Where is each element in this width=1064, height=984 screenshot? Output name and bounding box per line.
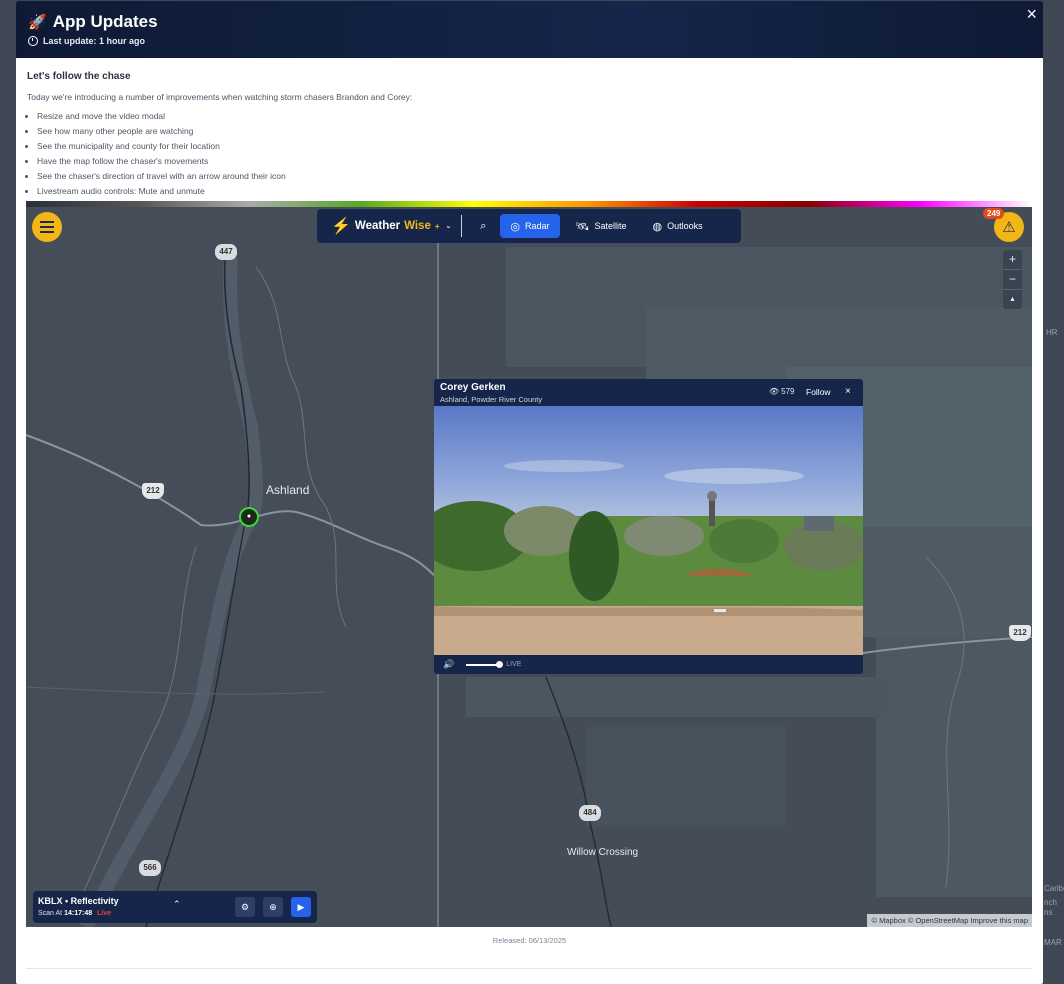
feature-item: See the municipality and county for thei…: [37, 139, 1032, 154]
release-date: Released: 06/13/2025: [492, 936, 567, 945]
volume-icon[interactable]: 🔊: [443, 659, 454, 670]
backdrop-label: MAR: [1044, 938, 1062, 947]
compass-button[interactable]: ▲: [1003, 290, 1022, 309]
target-icon: ⊕: [269, 902, 277, 912]
app-top-bar: ⚡ Weather Wise + ⌄ ⌕ ◎ Radar 🛰 Satellite ◍…: [317, 209, 741, 243]
feature-item: Livestream audio controls: Mute and unmu…: [37, 184, 1032, 199]
map-screenshot[interactable]: ⚡ Weather Wise + ⌄ ⌕ ◎ Radar 🛰 Satellite ◍…: [26, 207, 1032, 927]
alert-count-badge: 249: [983, 208, 1005, 219]
chaser-avatar-icon: ●: [246, 513, 252, 520]
radar-layer-button[interactable]: ⊕: [263, 897, 283, 917]
scan-label: Scan At: [38, 910, 63, 917]
route-shield-447: 447: [215, 244, 237, 260]
radar-station[interactable]: KBLX • Reflectivity: [38, 896, 119, 906]
separator: [461, 215, 463, 237]
play-icon: ▶: [297, 902, 305, 912]
feature-item: Have the map follow the chaser's movemen…: [37, 154, 1032, 169]
search-icon[interactable]: ⌕: [472, 220, 494, 233]
clock-icon: [28, 36, 38, 46]
chaser-location: Ashland, Powder River County: [440, 395, 543, 404]
backdrop-label: HR: [1046, 328, 1058, 337]
brand-accent: Wise: [404, 220, 431, 232]
modal-header: 🚀 App Updates Last update: 1 hour ago ×: [16, 1, 1043, 58]
volume-slider[interactable]: [466, 660, 504, 668]
brand-plus: +: [434, 221, 440, 231]
chaser-name: Corey Gerken: [440, 382, 506, 393]
place-label: Ashland: [266, 483, 310, 497]
volume-knob[interactable]: [496, 660, 504, 668]
last-update: Last update: 1 hour ago: [28, 36, 145, 46]
route-shield-484: 484: [579, 805, 601, 821]
feature-list: Resize and move the video modal See how …: [27, 109, 1032, 199]
tab-outlooks[interactable]: ◍ Outlooks: [643, 214, 713, 238]
divider: [26, 968, 1032, 969]
backdrop-label: Caribo: [1044, 884, 1064, 893]
menu-bar: [40, 226, 54, 228]
feature-item: See the chaser's direction of travel wit…: [37, 169, 1032, 184]
zoom-in-button[interactable]: +: [1003, 250, 1022, 270]
brand-logo[interactable]: ⚡ Weather Wise + ⌄: [331, 216, 451, 236]
brand-name: Weather: [354, 220, 401, 232]
play-button[interactable]: ▶: [291, 897, 311, 917]
radar-settings-icon: ⚙: [240, 902, 250, 912]
intro-text: Today we're introducing a number of impr…: [27, 92, 413, 102]
tab-satellite-label: Satellite: [594, 221, 627, 231]
chevron-down-icon: ⌄: [445, 223, 452, 230]
zoom-controls: + − ▲: [1003, 250, 1022, 309]
satellite-icon: 🛰: [575, 220, 590, 233]
live-badge: Live: [97, 910, 112, 917]
chevron-up-icon[interactable]: ⌃: [173, 899, 181, 910]
last-update-text: Last update: 1 hour ago: [43, 36, 146, 46]
outlooks-icon: ◍: [652, 220, 663, 233]
section-title: Let's follow the chase: [27, 71, 131, 82]
warning-icon: ⚠: [1002, 219, 1016, 236]
follow-button[interactable]: Follow: [806, 387, 831, 397]
livestream-video[interactable]: [434, 406, 863, 655]
rocket-icon: 🚀: [28, 14, 47, 31]
menu-bar: [40, 231, 54, 233]
place-label: Willow Crossing: [567, 847, 639, 858]
scan-time: Scan At 14:17:48 Live: [38, 910, 111, 917]
modal-title: 🚀 App Updates: [28, 12, 158, 32]
radar-settings-button[interactable]: ⚙: [235, 897, 255, 917]
chaser-marker[interactable]: ●: [239, 507, 259, 527]
route-shield-212: 212: [142, 483, 164, 499]
backdrop-label: nch: [1044, 898, 1057, 907]
tab-radar-label: Radar: [525, 221, 550, 231]
route-shield-212: 212: [1009, 625, 1031, 641]
tab-satellite[interactable]: 🛰 Satellite: [566, 214, 637, 238]
radar-player: KBLX • Reflectivity Scan At 14:17:48 Liv…: [33, 891, 317, 923]
modal-title-text: App Updates: [52, 12, 158, 31]
feature-item: See how many other people are watching: [37, 124, 1032, 139]
bolt-icon: ⚡: [331, 218, 351, 235]
menu-button[interactable]: [32, 212, 62, 242]
video-header[interactable]: Corey Gerken Ashland, Powder River Count…: [434, 379, 863, 406]
close-video-button[interactable]: ×: [845, 386, 851, 397]
feature-item: Resize and move the video modal: [37, 109, 1032, 124]
eye-icon: 👁: [769, 387, 780, 396]
viewer-count-value: 579: [781, 387, 795, 396]
scan-time-value: 14:17:48: [64, 910, 93, 917]
menu-bar: [40, 221, 54, 223]
backdrop-label: ns: [1044, 908, 1053, 917]
video-modal[interactable]: Corey Gerken Ashland, Powder River Count…: [434, 379, 863, 674]
modal-content: Let's follow the chase Today we're intro…: [16, 58, 1043, 199]
radar-icon: ◎: [510, 220, 520, 233]
live-indicator: LIVE: [506, 661, 522, 668]
video-controls: 🔊 LIVE: [434, 655, 863, 674]
zoom-out-button[interactable]: −: [1003, 270, 1022, 290]
route-shield-566: 566: [139, 860, 161, 876]
close-modal-button[interactable]: ×: [1026, 4, 1037, 25]
map-attribution[interactable]: © Mapbox © OpenStreetMap Improve this ma…: [867, 914, 1032, 927]
app-updates-modal: 🚀 App Updates Last update: 1 hour ago × …: [16, 1, 1043, 984]
tab-outlooks-label: Outlooks: [667, 221, 703, 231]
tab-radar[interactable]: ◎ Radar: [500, 214, 560, 238]
viewer-count: 👁 579: [769, 387, 795, 396]
